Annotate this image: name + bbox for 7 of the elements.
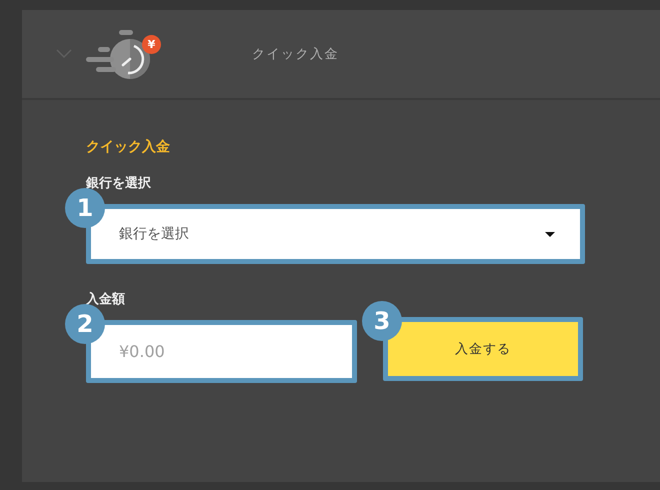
step-marker: 3 (362, 301, 402, 341)
step-marker: 1 (65, 188, 105, 228)
caret-icon (545, 232, 555, 236)
form-title: クイック入金 (86, 138, 170, 156)
step-marker: 2 (65, 304, 105, 344)
header-title: クイック入金 (252, 46, 339, 63)
currency-badge: ¥ (142, 35, 161, 54)
